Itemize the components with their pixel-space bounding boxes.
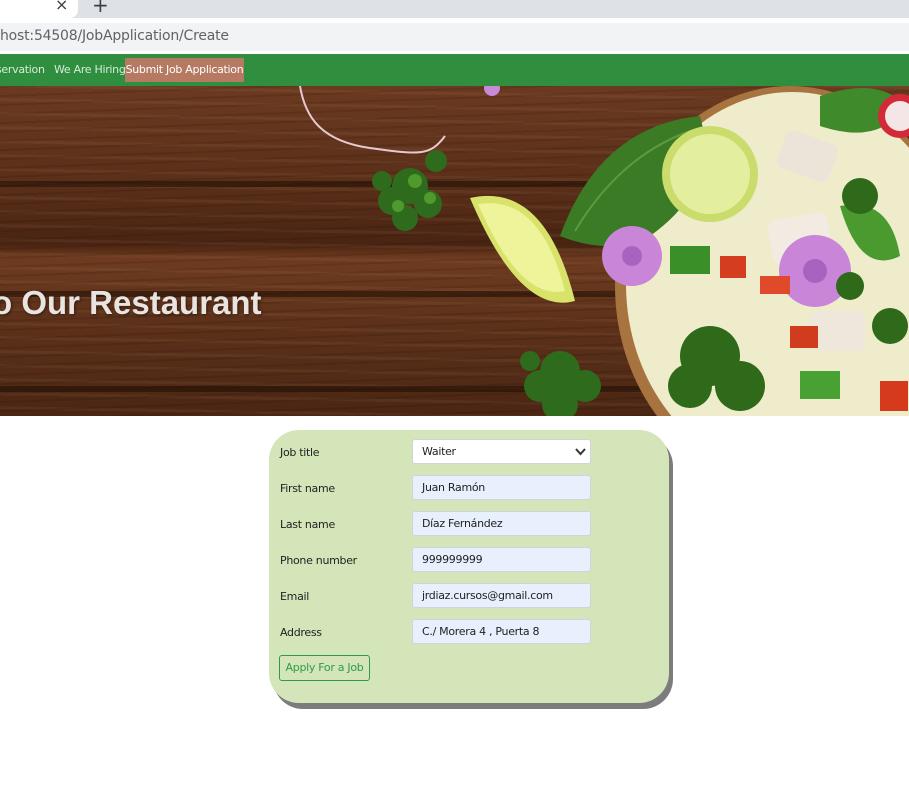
email-label: Email: [280, 590, 310, 603]
new-tab-icon[interactable]: +: [92, 0, 109, 17]
browser-tab[interactable]: ×: [0, 0, 78, 18]
nav-link-submit-job-application[interactable]: Submit Job Application: [125, 58, 244, 82]
browser-tab-strip: × +: [0, 0, 909, 18]
site-navbar: servation We Are Hiring Submit Job Appli…: [0, 54, 909, 86]
job-application-form: Job title Waiter First name Juan Ramón L…: [269, 430, 669, 703]
address-field[interactable]: C./ Morera 4 , Puerta 8: [412, 619, 591, 644]
close-icon[interactable]: ×: [55, 0, 68, 14]
url-text[interactable]: host:54508/JobApplication/Create: [0, 28, 229, 44]
chevron-down-icon: [575, 440, 586, 471]
apply-for-job-button[interactable]: Apply For a Job: [279, 655, 370, 681]
last-name-label: Last name: [280, 518, 335, 531]
salad-illustration: [299, 86, 909, 416]
nav-link-we-are-hiring[interactable]: We Are Hiring: [54, 58, 126, 82]
job-title-value: Waiter: [422, 445, 456, 458]
email-field[interactable]: jrdiaz.cursos@gmail.com: [412, 583, 591, 608]
nav-link-reservation[interactable]: servation: [0, 58, 45, 82]
job-title-label: Job title: [280, 446, 320, 459]
address-label: Address: [280, 626, 322, 639]
hero-title: o Our Restaurant: [0, 284, 262, 321]
job-title-select[interactable]: Waiter: [412, 439, 591, 464]
phone-number-field[interactable]: 999999999: [412, 547, 591, 572]
hero-banner: o Our Restaurant: [0, 86, 909, 416]
address-bar: host:54508/JobApplication/Create: [0, 18, 909, 54]
first-name-field[interactable]: Juan Ramón: [412, 475, 591, 500]
last-name-field[interactable]: Díaz Fernández: [412, 511, 591, 536]
first-name-label: First name: [280, 482, 335, 495]
phone-number-label: Phone number: [280, 554, 357, 567]
